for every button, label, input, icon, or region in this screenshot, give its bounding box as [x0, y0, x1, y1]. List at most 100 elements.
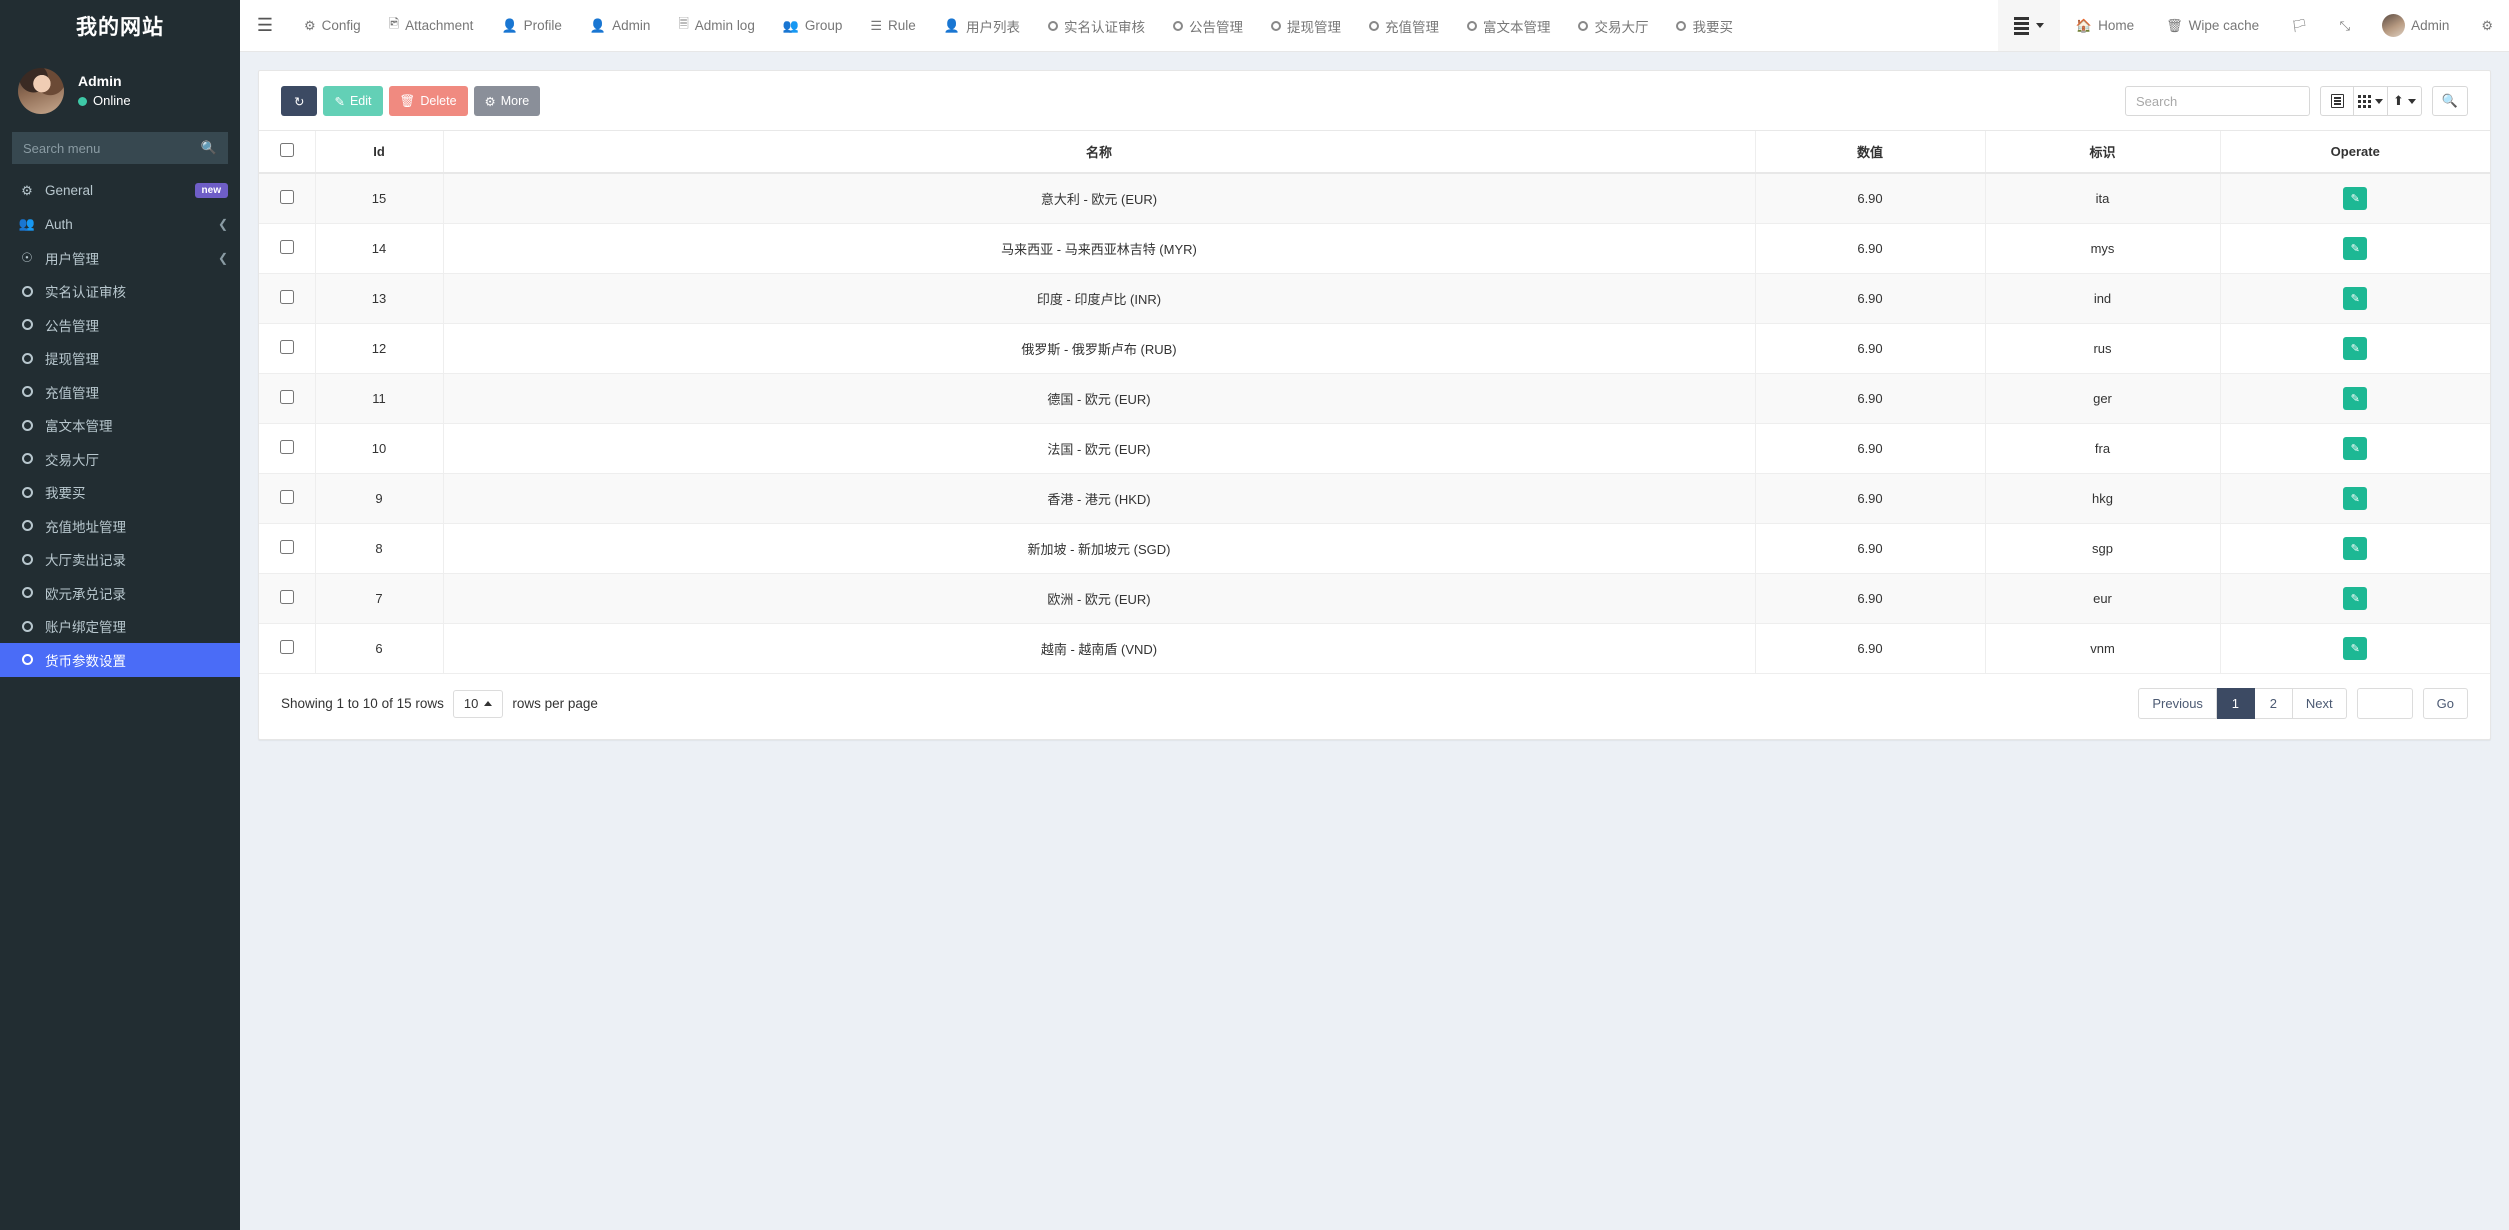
table-row[interactable]: 7 欧洲 - 欧元 (EUR) 6.90 eur ✎ — [259, 573, 2490, 624]
sidebar-item-9[interactable]: 我要买 — [0, 476, 240, 510]
nav-tab-2[interactable]: 👤 Profile — [487, 0, 575, 51]
sidebar-item-13[interactable]: 账户绑定管理 — [0, 610, 240, 644]
table-row[interactable]: 14 马来西亚 - 马来西亚林吉特 (MYR) 6.90 mys ✎ — [259, 223, 2490, 274]
search-submit-button[interactable]: 🔍 — [2432, 86, 2468, 116]
sidebar-toggle-hamburger-icon[interactable]: ☰ — [240, 0, 290, 51]
row-edit-button[interactable]: ✎ — [2343, 187, 2368, 210]
nav-tab-4[interactable]: 🗏 Admin log — [664, 0, 769, 51]
sidebar-item-3[interactable]: 实名认证审核 — [0, 275, 240, 309]
edit-button[interactable]: ✎ Edit — [323, 86, 383, 116]
nav-settings-button[interactable]: ⚙ — [2465, 0, 2509, 51]
columns-dropdown-button[interactable] — [2354, 86, 2388, 116]
next-page-button[interactable]: Next — [2292, 688, 2347, 719]
row-checkbox[interactable] — [279, 490, 294, 504]
sidebar-item-5[interactable]: 提现管理 — [0, 342, 240, 376]
nav-tab-3[interactable]: 👤 Admin — [576, 0, 664, 51]
nav-tab-10[interactable]: 提现管理 — [1257, 0, 1355, 51]
sidebar-item-7[interactable]: 富文本管理 — [0, 409, 240, 443]
more-button[interactable]: ⚙ More — [473, 86, 541, 116]
cell-name: 新加坡 - 新加坡元 (SGD) — [442, 523, 1755, 574]
row-select-cell — [259, 373, 315, 424]
nav-tab-9[interactable]: 公告管理 — [1159, 0, 1257, 51]
previous-page-button[interactable]: Previous — [2138, 688, 2217, 719]
table-row[interactable]: 10 法国 - 欧元 (EUR) 6.90 fra ✎ — [259, 423, 2490, 474]
delete-button[interactable]: 🗑 Delete — [388, 86, 468, 116]
column-header-id[interactable]: Id — [314, 130, 443, 174]
sidebar-item-10[interactable]: 充值地址管理 — [0, 509, 240, 543]
sidebar-item-1[interactable]: 👥 Auth ❮ — [0, 208, 240, 242]
table-row[interactable]: 8 新加坡 - 新加坡元 (SGD) 6.90 sgp ✎ — [259, 523, 2490, 574]
page-button-1[interactable]: 1 — [2216, 688, 2255, 719]
nav-tab-13[interactable]: 交易大厅 — [1564, 0, 1662, 51]
nav-tab-12[interactable]: 富文本管理 — [1453, 0, 1565, 51]
row-edit-button[interactable]: ✎ — [2343, 287, 2368, 310]
export-dropdown-button[interactable]: ⬆ — [2388, 86, 2422, 116]
nav-language-switch[interactable]: 🏳 — [2275, 0, 2324, 51]
row-checkbox[interactable] — [279, 640, 294, 654]
cell-value: 6.90 — [1754, 323, 1985, 374]
row-edit-button[interactable]: ✎ — [2343, 237, 2368, 260]
refresh-button[interactable]: ↻ — [281, 86, 318, 116]
row-checkbox[interactable] — [279, 390, 294, 404]
table-row[interactable]: 11 德国 - 欧元 (EUR) 6.90 ger ✎ — [259, 373, 2490, 424]
nav-tab-14[interactable]: 我要买 — [1662, 0, 1747, 51]
sidebar-item-8[interactable]: 交易大厅 — [0, 442, 240, 476]
search-input[interactable] — [2125, 86, 2310, 116]
table-row[interactable]: 9 香港 - 港元 (HKD) 6.90 hkg ✎ — [259, 473, 2490, 524]
menu-search-input[interactable] — [23, 140, 201, 156]
sidebar-item-4[interactable]: 公告管理 — [0, 308, 240, 342]
goto-page-input[interactable] — [2356, 688, 2413, 719]
circle-o-icon — [1466, 20, 1477, 31]
rows-per-page-select[interactable]: 10 — [452, 689, 504, 718]
search-icon[interactable]: 🔍 — [201, 140, 217, 156]
sidebar-item-0[interactable]: ⚙ General new — [0, 174, 240, 208]
go-button[interactable]: Go — [2422, 688, 2468, 719]
row-checkbox[interactable] — [279, 440, 294, 454]
row-checkbox[interactable] — [279, 340, 294, 354]
row-edit-button[interactable]: ✎ — [2343, 437, 2368, 460]
row-edit-button[interactable]: ✎ — [2343, 337, 2368, 360]
menu-search[interactable]: 🔍 — [12, 132, 228, 164]
nav-home-link[interactable]: 🏠 Home — [2060, 0, 2150, 51]
toggle-view-button[interactable] — [2320, 86, 2354, 116]
column-header-value[interactable]: 数值 — [1754, 130, 1985, 174]
chevron-left-icon: ❮ — [217, 217, 228, 232]
table-row[interactable]: 15 意大利 - 欧元 (EUR) 6.90 ita ✎ — [259, 173, 2490, 224]
row-checkbox[interactable] — [279, 290, 294, 304]
table-row[interactable]: 6 越南 - 越南盾 (VND) 6.90 vnm ✎ — [259, 623, 2490, 674]
sidebar-item-11[interactable]: 大厅卖出记录 — [0, 543, 240, 577]
column-header-name[interactable]: 名称 — [442, 130, 1755, 174]
row-edit-button[interactable]: ✎ — [2343, 387, 2368, 410]
tab-list-dropdown-button[interactable] — [1997, 0, 2060, 51]
table-row[interactable]: 12 俄罗斯 - 俄罗斯卢布 (RUB) 6.90 rus ✎ — [259, 323, 2490, 374]
nav-fullscreen-toggle[interactable]: ⤡ — [2324, 0, 2366, 51]
sidebar-item-14[interactable]: 货币参数设置 — [0, 643, 240, 677]
table-row[interactable]: 13 印度 - 印度卢比 (INR) 6.90 ind ✎ — [259, 273, 2490, 324]
row-checkbox[interactable] — [279, 540, 294, 554]
nav-tab-11[interactable]: 充值管理 — [1355, 0, 1453, 51]
page-button-2[interactable]: 2 — [2254, 688, 2293, 719]
column-header-flag[interactable]: 标识 — [1984, 130, 2220, 174]
nav-tab-1[interactable]: 🖻 Attachment — [375, 0, 488, 51]
nav-tab-6[interactable]: ☰ Rule — [856, 0, 929, 51]
sidebar-item-2[interactable]: ☉ 用户管理 ❮ — [0, 241, 240, 275]
nav-wipe-cache-link[interactable]: 🗑 Wipe cache — [2150, 0, 2275, 51]
row-edit-button[interactable]: ✎ — [2343, 537, 2368, 560]
select-all-checkbox[interactable] — [279, 143, 294, 157]
row-checkbox[interactable] — [279, 590, 294, 604]
cell-operate: ✎ — [2219, 173, 2490, 224]
row-edit-button[interactable]: ✎ — [2343, 637, 2368, 660]
row-checkbox[interactable] — [279, 240, 294, 254]
user-icon: 👤 — [501, 17, 518, 33]
nav-tab-7[interactable]: 👤 用户列表 — [930, 0, 1034, 51]
row-edit-button[interactable]: ✎ — [2343, 587, 2368, 610]
sidebar-item-6[interactable]: 充值管理 — [0, 375, 240, 409]
row-checkbox[interactable] — [279, 190, 294, 204]
nav-tab-0[interactable]: ⚙ Config — [290, 0, 375, 51]
cell-value: 6.90 — [1754, 373, 1985, 424]
row-edit-button[interactable]: ✎ — [2343, 487, 2368, 510]
sidebar-item-12[interactable]: 欧元承兑记录 — [0, 576, 240, 610]
nav-user-menu[interactable]: Admin — [2366, 0, 2465, 51]
nav-tab-5[interactable]: 👥 Group — [769, 0, 857, 51]
nav-tab-8[interactable]: 实名认证审核 — [1034, 0, 1159, 51]
